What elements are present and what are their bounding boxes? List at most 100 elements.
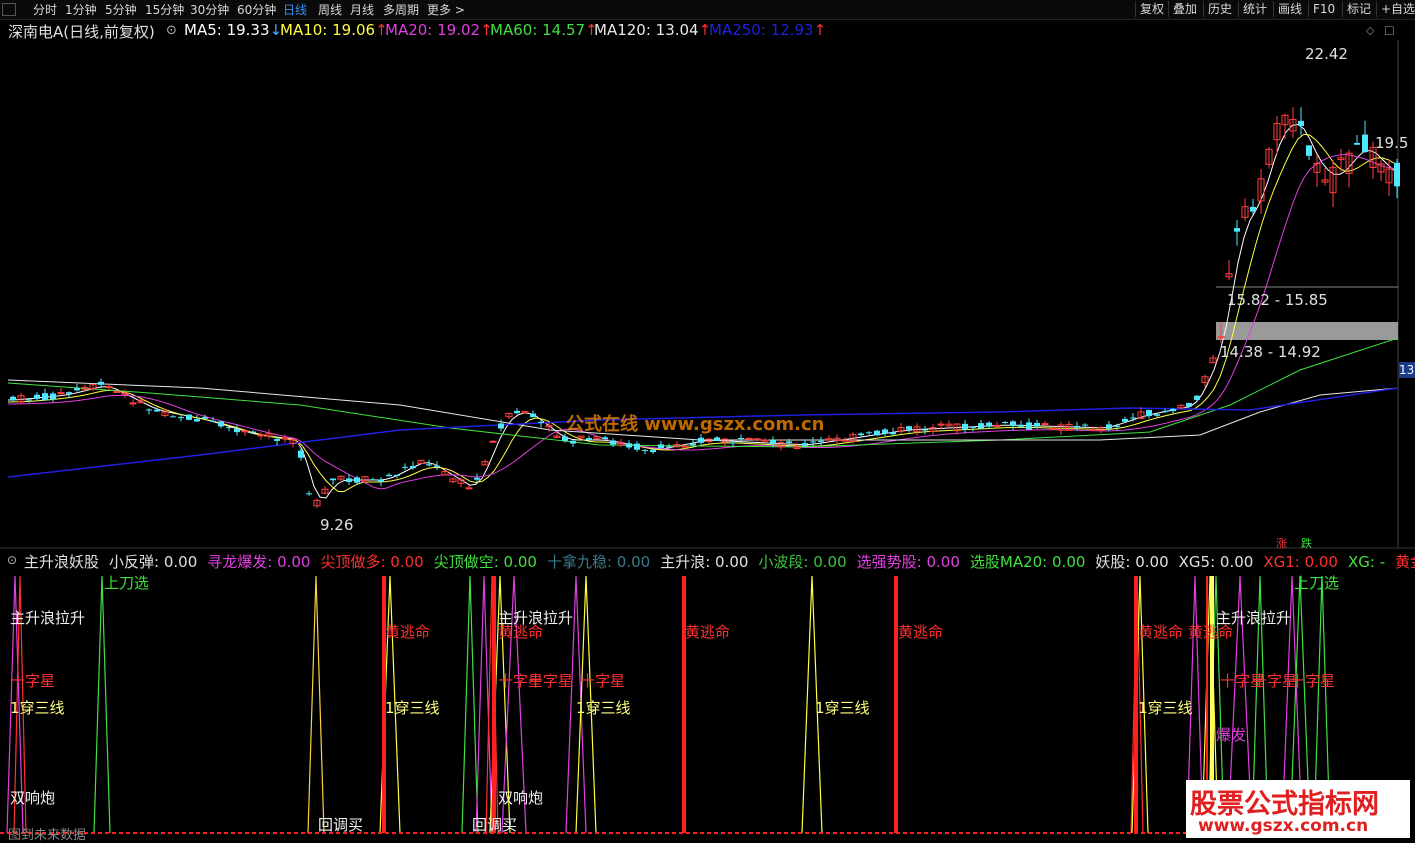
- indicator-value-7: 小波段: 0.00: [758, 553, 847, 571]
- candle-body-up: [753, 438, 761, 441]
- escape-label: 黄逃命: [685, 623, 731, 641]
- candle-body-down: [378, 479, 384, 482]
- candle-body-down: [434, 465, 440, 467]
- escape-label: 黄逃命: [385, 623, 431, 641]
- diamond-icon[interactable]: ◇: [1366, 24, 1374, 37]
- down-badge: 跌: [1301, 537, 1312, 550]
- candle-body-down: [1018, 424, 1024, 427]
- indicator-value-14: 黄金柱: [1395, 553, 1415, 571]
- price-high-label: 22.42: [1305, 45, 1348, 63]
- candle-body-down: [962, 423, 968, 430]
- three-lines-label: 1穿三线: [576, 699, 631, 717]
- candle-body-down: [986, 422, 992, 427]
- candle-body-down: [186, 414, 192, 420]
- candle-body-down: [394, 474, 400, 476]
- candle-body-down: [410, 466, 416, 469]
- candle-body-down: [666, 446, 672, 448]
- candle-body-down: [1362, 134, 1368, 153]
- candle-body-down: [562, 436, 568, 441]
- candle-body-down: [218, 421, 224, 427]
- candle-body-up: [841, 439, 849, 442]
- candle-body-down: [658, 444, 664, 449]
- indicator-value-1: 小反弹: 0.00: [109, 553, 198, 571]
- candle-body-up: [465, 487, 473, 490]
- indicator-header: 主升浪妖股 小反弹: 0.00 寻龙爆发: 0.00 尖顶做多: 0.00 尖顶做空: …: [24, 551, 1415, 572]
- candle-body-down: [354, 477, 360, 483]
- candle-body-down: [1234, 228, 1240, 232]
- candle-body-down: [298, 450, 304, 458]
- candle-body-down: [1130, 417, 1136, 419]
- candle-body-down: [386, 474, 392, 477]
- candle-body-down: [626, 443, 632, 448]
- candle-body-down: [1122, 418, 1128, 422]
- zone-upper-label: 15.82 - 15.85: [1227, 291, 1328, 309]
- candle-body-down: [1170, 408, 1176, 412]
- candle-body-down: [970, 426, 976, 428]
- escape-label: 黄逃命: [898, 623, 944, 641]
- candle-body-down: [786, 441, 792, 443]
- candle-body-down: [426, 464, 432, 466]
- candle-body-up: [129, 402, 137, 405]
- candle-body-down: [98, 381, 104, 385]
- price-axis-badge: 13: [1399, 362, 1415, 378]
- knife-label: 上刀选: [104, 574, 150, 592]
- candle-body-down: [1298, 120, 1304, 127]
- candle-body-down: [978, 423, 984, 429]
- candle-body-down: [866, 432, 872, 434]
- ma60-label: MA60: 14.57↑: [490, 21, 598, 39]
- candle-body-down: [346, 478, 352, 482]
- candle-body-down: [602, 437, 608, 440]
- candle-body-down: [26, 399, 32, 401]
- ma10-label: MA10: 19.06↑: [280, 21, 388, 39]
- candle-body-down: [650, 449, 656, 453]
- candle-body-down: [1306, 145, 1312, 156]
- corner-watermark: 股票公式指标网 www.gszx.com.cn: [1186, 780, 1410, 838]
- candle-body-down: [570, 440, 576, 444]
- candle-body-up: [57, 392, 65, 395]
- candle-body-down: [1162, 410, 1168, 412]
- zone-lower-label: 14.38 - 14.92: [1220, 343, 1321, 361]
- indicator-value-6: 主升浪: 0.00: [660, 553, 749, 571]
- candle-body-down: [810, 441, 816, 443]
- candle-body-down: [1034, 422, 1040, 427]
- candle-body-down: [730, 442, 736, 444]
- candle-body-up: [1089, 429, 1097, 432]
- indicator-value-11: XG5: 0.00: [1178, 553, 1254, 571]
- candle-body-up: [1041, 423, 1049, 426]
- candle-body-up: [257, 434, 265, 437]
- ma120-label: MA120: 13.04↑: [594, 21, 712, 39]
- candle-body-up: [1049, 428, 1057, 431]
- candle-body-down: [1186, 402, 1192, 407]
- candle-body-down: [234, 428, 240, 433]
- indicator-value-0: 主升浪妖股: [24, 553, 100, 571]
- candle-body-down: [226, 427, 232, 429]
- burst-label: 爆发: [1216, 726, 1247, 744]
- escape-label: 黄逃命: [1188, 623, 1234, 641]
- indicator-value-10: 妖股: 0.00: [1095, 553, 1169, 571]
- candle-body-down: [154, 409, 160, 412]
- indicator-value-5: 十拿九稳: 0.00: [546, 553, 651, 571]
- candle-body-down: [1154, 414, 1160, 416]
- candle-body-down: [42, 393, 48, 401]
- candle-body-up: [937, 423, 945, 426]
- three-lines-label: 1穿三线: [1138, 699, 1193, 717]
- candle-body-up: [241, 430, 249, 433]
- future-data-label: 图到未来数据: [8, 828, 87, 843]
- candle-body-down: [474, 477, 480, 480]
- ma5-label: MA5: 19.33↓: [184, 21, 283, 39]
- indicator-settings-icon[interactable]: ⊙: [7, 553, 17, 567]
- close-chart-icon[interactable]: ☐: [1384, 24, 1395, 38]
- candle-body-up: [993, 424, 1001, 427]
- candle-body-down: [1074, 425, 1080, 428]
- candle-body-down: [194, 419, 200, 422]
- candle-body-down: [1010, 421, 1016, 427]
- candle-body-down: [250, 431, 256, 433]
- cross-star-label: 十字星: [10, 672, 56, 690]
- candle-body-down: [178, 417, 184, 419]
- main-title: 深南电A(日线,前复权): [8, 23, 155, 41]
- candle-body-down: [538, 421, 544, 423]
- settings-icon[interactable]: ⊙: [166, 23, 177, 38]
- candle-body-down: [802, 443, 808, 447]
- escape-label: 黄逃命: [1138, 623, 1184, 641]
- indicator-value-13: XG: -: [1347, 553, 1386, 571]
